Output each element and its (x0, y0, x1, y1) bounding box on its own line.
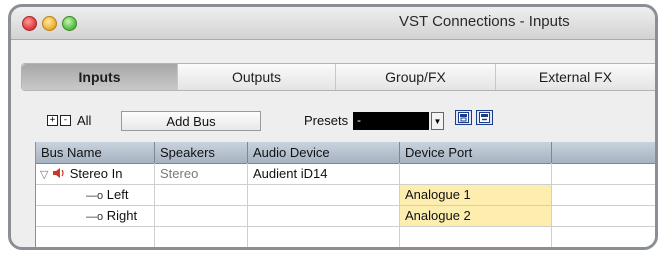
tab-external-fx[interactable]: External FX (496, 64, 655, 90)
column-header-speakers[interactable]: Speakers (155, 142, 248, 163)
speakers-cell[interactable] (155, 185, 248, 205)
channel-name-label: Right (106, 208, 138, 223)
presets-dropdown-arrow[interactable]: ▼ (431, 112, 444, 130)
column-divider (154, 163, 155, 247)
column-header-audio-device[interactable]: Audio Device (248, 142, 400, 163)
table-header: Bus Name Speakers Audio Device Device Po… (36, 142, 655, 164)
channel-connector-icon: —o (86, 190, 104, 202)
table-row[interactable]: —o Right Analogue 2 (36, 206, 655, 227)
title-bar: VST Connections - Inputs (11, 7, 655, 40)
vst-connections-window: VST Connections - Inputs Inputs Outputs … (8, 4, 658, 250)
minimize-window-button[interactable] (42, 16, 57, 31)
audio-device-cell[interactable] (248, 206, 400, 226)
close-window-button[interactable] (22, 16, 37, 31)
bus-name-cell: ▽ Stereo In (36, 164, 155, 184)
bus-name-cell: —o Left (36, 185, 155, 205)
audio-device-cell[interactable]: Audient iD14 (248, 164, 400, 184)
table-row[interactable]: —o Left Analogue 1 (36, 185, 655, 206)
expand-all-icon[interactable]: + (47, 115, 58, 126)
device-port-cell[interactable] (400, 164, 552, 184)
column-divider (551, 163, 552, 247)
window-title: VST Connections - Inputs (399, 13, 570, 30)
bus-name-label: Stereo In (69, 166, 123, 181)
table-row[interactable]: ▽ Stereo In Stereo Audient iD14 (36, 164, 655, 185)
bus-table: Bus Name Speakers Audio Device Device Po… (35, 142, 655, 247)
collapse-all-icon[interactable]: - (60, 115, 71, 126)
toolbar: + - All Add Bus Presets - ▼ (11, 110, 655, 138)
zoom-window-button[interactable] (62, 16, 77, 31)
column-divider (247, 163, 248, 247)
channel-connector-icon: —o (86, 211, 104, 223)
channel-name-label: Left (106, 187, 129, 202)
remove-preset-icon[interactable] (476, 110, 493, 125)
tab-inputs[interactable]: Inputs (22, 64, 178, 90)
all-label: All (77, 113, 92, 128)
window-content: Inputs Outputs Group/FX External FX + - … (11, 40, 655, 247)
audio-device-cell[interactable] (248, 185, 400, 205)
column-header-bus-name[interactable]: Bus Name (36, 142, 155, 163)
tab-bar: Inputs Outputs Group/FX External FX (21, 63, 655, 91)
tab-outputs[interactable]: Outputs (178, 64, 336, 90)
device-port-cell[interactable]: Analogue 2 (400, 206, 552, 226)
bus-name-cell: —o Right (36, 206, 155, 226)
table-row-empty (36, 227, 655, 247)
tab-group-fx[interactable]: Group/FX (336, 64, 496, 90)
speakers-cell[interactable]: Stereo (155, 164, 248, 184)
column-header-device-port[interactable]: Device Port (400, 142, 552, 163)
store-preset-icon[interactable] (455, 110, 472, 125)
add-bus-button[interactable]: Add Bus (121, 111, 261, 131)
device-port-cell[interactable]: Analogue 1 (400, 185, 552, 205)
disclosure-triangle-icon[interactable]: ▽ (40, 169, 48, 181)
speaker-icon (52, 165, 66, 178)
speakers-cell[interactable] (155, 206, 248, 226)
column-divider (399, 163, 400, 247)
presets-select[interactable]: - (353, 112, 429, 130)
presets-label: Presets (304, 113, 349, 128)
